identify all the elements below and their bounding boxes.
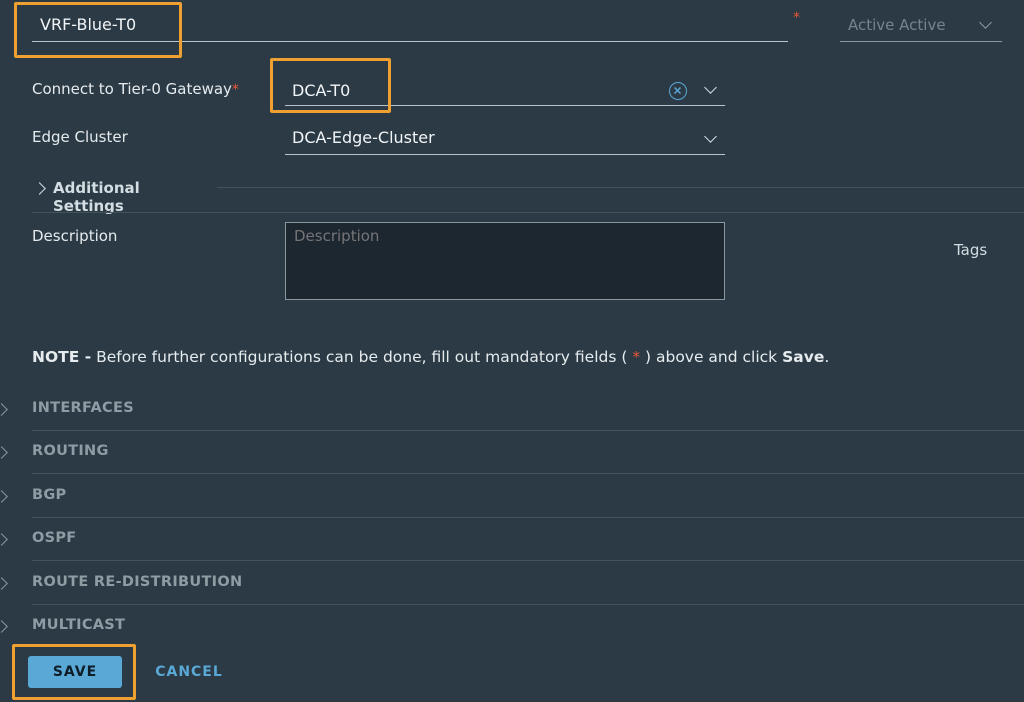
mandatory-note: NOTE - Before further configurations can… — [32, 348, 829, 366]
multicast-chevron-right-icon — [0, 620, 8, 633]
edge-cluster-chevron-down-icon[interactable] — [704, 130, 717, 143]
gateway-name-required-marker: * — [793, 10, 800, 26]
route-redistribution-chevron-right-icon — [0, 577, 8, 590]
cancel-button[interactable]: CANCEL — [148, 656, 230, 688]
section-label: INTERFACES — [32, 400, 134, 416]
description-textarea[interactable] — [285, 222, 725, 300]
edge-cluster-select[interactable]: DCA-Edge-Cluster — [285, 123, 725, 155]
section-interfaces[interactable]: INTERFACES — [0, 388, 1024, 431]
ha-mode-chevron-down-icon — [979, 16, 992, 29]
section-multicast[interactable]: MULTICAST — [0, 605, 1024, 648]
edge-cluster-value: DCA-Edge-Cluster — [292, 128, 435, 147]
section-route-redistribution[interactable]: ROUTE RE-DISTRIBUTION — [0, 562, 1024, 605]
section-label: ROUTING — [32, 443, 109, 459]
tier0-select[interactable]: DCA-T0 — [285, 74, 725, 106]
section-ospf[interactable]: OSPF — [0, 518, 1024, 561]
ha-mode-select[interactable]: Active Active — [840, 10, 1002, 42]
section-label: MULTICAST — [32, 617, 126, 633]
section-label: OSPF — [32, 530, 77, 546]
additional-settings-divider — [217, 187, 1024, 188]
tier0-required-marker: * — [231, 82, 239, 98]
gateway-name-value: VRF-Blue-T0 — [40, 15, 137, 34]
ha-mode-value: Active Active — [848, 16, 946, 34]
clear-icon[interactable] — [669, 82, 687, 100]
save-button[interactable]: SAVE — [28, 656, 122, 688]
section-label: ROUTE RE-DISTRIBUTION — [32, 574, 243, 590]
interfaces-chevron-right-icon — [0, 403, 8, 416]
tier0-chevron-down-icon[interactable] — [704, 81, 717, 94]
routing-chevron-right-icon — [0, 446, 8, 459]
tags-label: Tags — [954, 241, 988, 259]
tier0-value: DCA-T0 — [292, 81, 351, 100]
note-period: . — [824, 348, 830, 366]
section-bgp[interactable]: BGP — [0, 475, 1024, 518]
additional-settings-chevron-right-icon — [33, 182, 46, 195]
description-label: Description — [32, 227, 118, 245]
tier0-label: Connect to Tier-0 Gateway* — [32, 80, 239, 98]
section-label: BGP — [32, 487, 67, 503]
note-save-word: Save — [782, 348, 825, 366]
section-divider — [32, 560, 1024, 561]
additional-settings-label: Additional Settings — [53, 179, 140, 215]
bgp-chevron-right-icon — [0, 490, 8, 503]
note-text-after: ) above and click — [640, 348, 783, 366]
note-star: * — [632, 348, 641, 366]
tier0-gateway-form: VRF-Blue-T0 * Active Active Connect to T… — [0, 0, 1024, 702]
note-prefix: NOTE - — [32, 348, 92, 366]
note-text-before: Before further configurations can be don… — [91, 348, 633, 366]
section-divider — [32, 212, 1024, 213]
edge-cluster-label: Edge Cluster — [32, 128, 128, 146]
additional-settings-toggle[interactable]: Additional Settings — [32, 176, 212, 215]
section-routing[interactable]: ROUTING — [0, 431, 1024, 474]
gateway-name-input[interactable]: VRF-Blue-T0 — [32, 10, 788, 42]
ospf-chevron-right-icon — [0, 533, 8, 546]
section-divider — [32, 473, 1024, 474]
